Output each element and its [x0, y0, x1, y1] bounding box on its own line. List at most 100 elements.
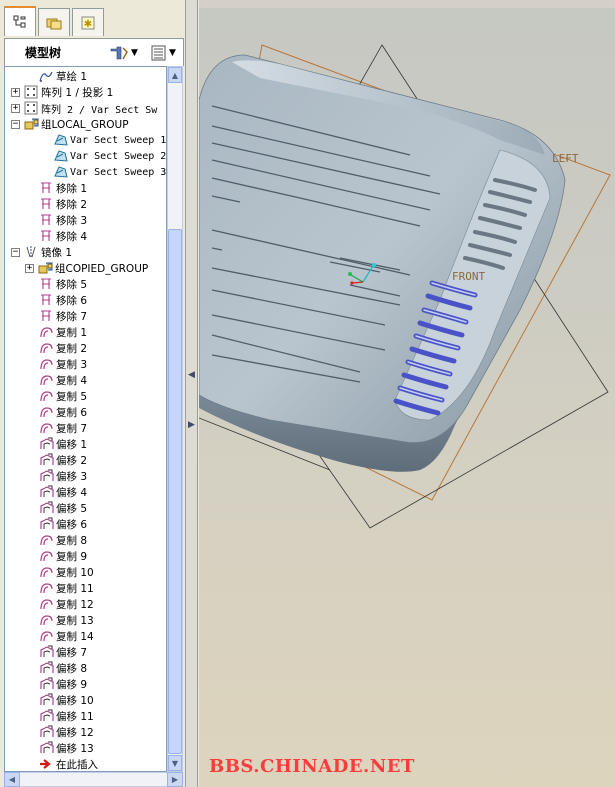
tree-item[interactable]: 偏移 2	[5, 452, 166, 468]
tree-item[interactable]: Var Sect Sweep 2	[5, 148, 166, 164]
tree-item-label: 组LOCAL_GROUP	[41, 118, 129, 131]
remove-icon	[39, 229, 53, 243]
tree-item[interactable]: + 阵列 1 / 投影 1	[5, 84, 166, 100]
copy-icon	[39, 581, 53, 595]
tree-item-label: 偏移 3	[56, 470, 88, 483]
expand-plus-icon[interactable]: +	[11, 87, 20, 97]
tree-item[interactable]: 偏移 5	[5, 500, 166, 516]
tree-item[interactable]: − 组LOCAL_GROUP	[5, 116, 166, 132]
tree-item-label: 移除 5	[56, 278, 88, 291]
navigator-panel: ✱ 模型树 ▼ ▼ 草绘 1 + 阵列 1 / 投影 1 + 阵列 2 / Va…	[0, 0, 186, 787]
tree-item[interactable]: 复制 2	[5, 340, 166, 356]
scroll-right-button[interactable]: ▶	[167, 772, 183, 787]
app-window: ✱ 模型树 ▼ ▼ 草绘 1 + 阵列 1 / 投影 1 + 阵列 2 / Va…	[0, 0, 615, 787]
tree-item[interactable]: Var Sect Sweep 1	[5, 132, 166, 148]
tree-item[interactable]: Var Sect Sweep 3	[5, 164, 166, 180]
display-dropdown[interactable]: ▼	[151, 44, 176, 62]
offset-icon	[39, 693, 54, 707]
scroll-thumb[interactable]	[168, 229, 182, 754]
tree-item-label: 移除 3	[56, 214, 88, 227]
expand-plus-icon[interactable]: +	[25, 263, 34, 273]
copy-icon	[39, 389, 53, 403]
tree-item[interactable]: 复制 10	[5, 564, 166, 580]
panel-splitter[interactable]: ◀ ▶	[186, 0, 198, 787]
tree-item-label: 复制 2	[56, 342, 88, 355]
tree-item[interactable]: 复制 13	[5, 612, 166, 628]
tree-item-label: 移除 2	[56, 198, 88, 211]
tree-item[interactable]: 偏移 6	[5, 516, 166, 532]
remove-icon	[39, 309, 53, 323]
tree-item-label: 偏移 6	[56, 518, 88, 531]
tree-item[interactable]: 复制 7	[5, 420, 166, 436]
tree-item[interactable]: 偏移 12	[5, 724, 166, 740]
tree-item[interactable]: + 阵列 2 / Var Sect Sw	[5, 100, 166, 116]
graphics-viewport[interactable]: LEFT FRONT	[199, 0, 615, 787]
tree-item[interactable]: 偏移 3	[5, 468, 166, 484]
tree-item[interactable]: 复制 14	[5, 628, 166, 644]
model-tree-tab[interactable]	[4, 6, 36, 36]
copy-icon	[39, 405, 53, 419]
tree-item-label: 阵列 1 / 投影 1	[41, 86, 114, 99]
tree-item[interactable]: 偏移 7	[5, 644, 166, 660]
favorites-tab[interactable]: ✱	[72, 8, 104, 36]
settings-dropdown[interactable]: ▼	[109, 44, 138, 62]
tree-item[interactable]: 偏移 4	[5, 484, 166, 500]
tree-item[interactable]: 移除 7	[5, 308, 166, 324]
collapse-minus-icon[interactable]: −	[11, 119, 20, 129]
tree-item[interactable]: 偏移 13	[5, 740, 166, 756]
tree-item[interactable]: 在此插入	[5, 756, 166, 771]
tree-item[interactable]: 移除 6	[5, 292, 166, 308]
scroll-down-button[interactable]: ▼	[168, 755, 182, 771]
tree-item[interactable]: 移除 5	[5, 276, 166, 292]
tree-item[interactable]: 复制 1	[5, 324, 166, 340]
folder-tab[interactable]	[38, 8, 70, 36]
tree-item[interactable]: 草绘 1	[5, 68, 166, 84]
remove-icon	[39, 181, 53, 195]
tree-horizontal-scrollbar[interactable]: ◀ ▶	[4, 772, 183, 787]
tree-item[interactable]: − 镜像 1	[5, 244, 166, 260]
tree-item[interactable]: 偏移 10	[5, 692, 166, 708]
tree-vertical-scrollbar[interactable]: ▲ ▼	[167, 66, 183, 772]
tree-item-label: 复制 10	[56, 566, 94, 579]
tree-item-label: 阵列 2 / Var Sect Sw	[41, 104, 158, 116]
offset-icon	[39, 661, 54, 675]
tree-item[interactable]: 移除 4	[5, 228, 166, 244]
tree-item[interactable]: 复制 4	[5, 372, 166, 388]
tree-item[interactable]: 复制 8	[5, 532, 166, 548]
copy-icon	[39, 421, 53, 435]
scroll-up-button[interactable]: ▲	[168, 67, 182, 83]
offset-icon	[39, 453, 54, 467]
sweep-icon	[53, 133, 68, 147]
tree-item[interactable]: 复制 6	[5, 404, 166, 420]
tree-item-label: 复制 3	[56, 358, 88, 371]
model-tree: 草绘 1 + 阵列 1 / 投影 1 + 阵列 2 / Var Sect Sw − 组LOC…	[4, 66, 167, 772]
remove-icon	[39, 197, 53, 211]
tree-item[interactable]: 复制 12	[5, 596, 166, 612]
tree-item[interactable]: 偏移 9	[5, 676, 166, 692]
tree-item[interactable]: 移除 1	[5, 180, 166, 196]
expand-plus-icon[interactable]: +	[11, 103, 20, 113]
copy-icon	[39, 357, 53, 371]
tree-item[interactable]: 偏移 1	[5, 436, 166, 452]
expand-right-icon[interactable]: ▶	[188, 420, 195, 432]
scroll-left-button[interactable]: ◀	[4, 772, 20, 787]
tree-item[interactable]: 复制 5	[5, 388, 166, 404]
copy-icon	[39, 613, 53, 627]
tree-item[interactable]: 移除 3	[5, 212, 166, 228]
tree-item-label: 镜像 1	[41, 246, 73, 259]
tree-item-label: 偏移 13	[56, 742, 94, 755]
folder-icon	[46, 18, 62, 29]
tree-item[interactable]: 复制 3	[5, 356, 166, 372]
collapse-left-icon[interactable]: ◀	[188, 370, 195, 382]
remove-icon	[39, 293, 53, 307]
tree-item[interactable]: 移除 2	[5, 196, 166, 212]
tree-item[interactable]: 复制 9	[5, 548, 166, 564]
tree-item[interactable]: 偏移 11	[5, 708, 166, 724]
tree-item[interactable]: + 组COPIED_GROUP	[5, 260, 166, 276]
tree-item-label: 组COPIED_GROUP	[55, 262, 149, 275]
tree-item[interactable]: 复制 11	[5, 580, 166, 596]
tree-item[interactable]: 偏移 8	[5, 660, 166, 676]
tree-item-label: 复制 5	[56, 390, 88, 403]
copy-icon	[39, 341, 53, 355]
collapse-minus-icon[interactable]: −	[11, 247, 20, 257]
